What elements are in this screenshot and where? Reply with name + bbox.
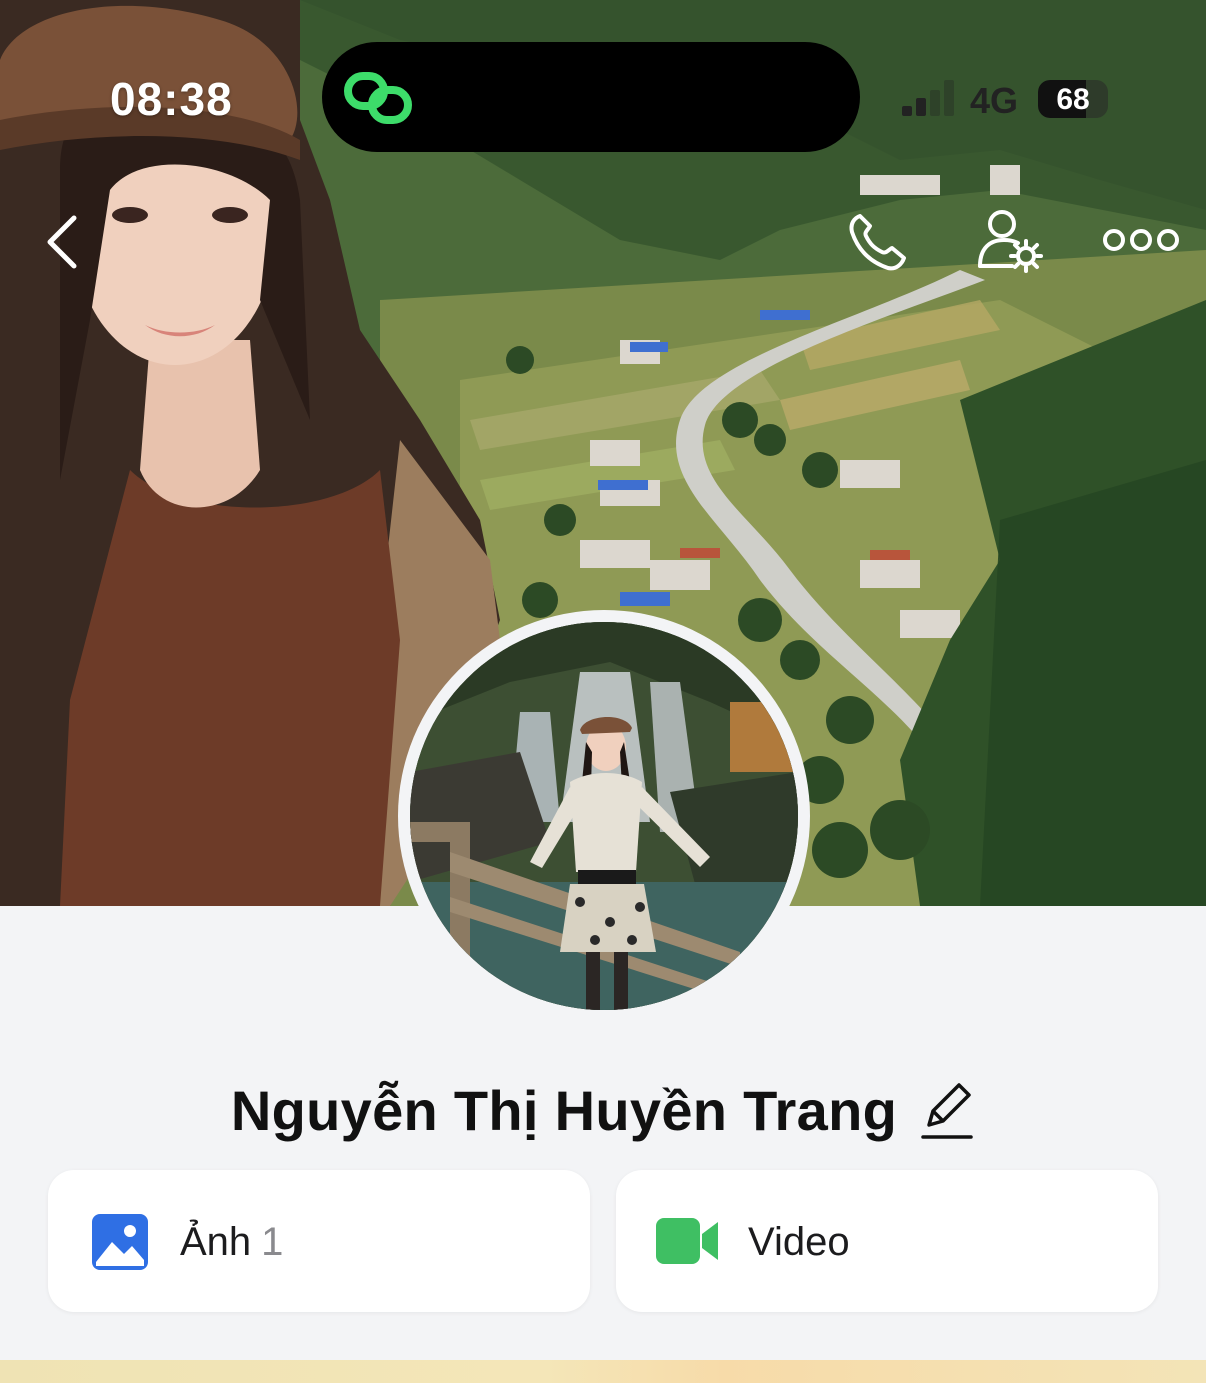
more-horizontal-icon[interactable] — [1102, 222, 1180, 258]
pencil-icon[interactable] — [919, 1079, 975, 1141]
profile-name: Nguyễn Thị Huyền Trang — [230, 1078, 898, 1142]
videos-card[interactable]: Video — [616, 1170, 1158, 1312]
avatar-image — [410, 622, 798, 1010]
network-type: 4G — [970, 80, 1019, 121]
video-camera-icon — [656, 1218, 718, 1264]
avatar[interactable] — [398, 610, 810, 1022]
battery-level: 68 — [1056, 83, 1090, 116]
avatar-scene — [410, 622, 798, 1010]
profile-name-row: Nguyễn Thị Huyền Trang — [0, 1070, 1206, 1150]
photos-label: Ảnh — [180, 1220, 252, 1264]
photos-card[interactable]: Ảnh 1 — [48, 1170, 590, 1312]
image-icon — [92, 1214, 148, 1270]
user-settings-icon[interactable] — [976, 208, 1046, 274]
videos-label: Video — [748, 1220, 850, 1264]
battery-indicator: 68 — [1038, 80, 1108, 118]
photos-count: 1 — [261, 1220, 284, 1264]
next-section-peek — [0, 1360, 1206, 1383]
photos-label-row: Ảnh 1 — [180, 1220, 283, 1265]
chevron-left-icon[interactable] — [40, 212, 88, 272]
phone-icon[interactable] — [846, 210, 908, 272]
status-time: 08:38 — [110, 73, 233, 125]
link-icon — [344, 72, 412, 124]
dynamic-island — [322, 42, 860, 152]
profile-screen: 08:38 4G 68 Nguyễn Thị Huyền Trang Ảnh 1… — [0, 0, 1206, 1383]
signal-icon — [902, 80, 954, 116]
